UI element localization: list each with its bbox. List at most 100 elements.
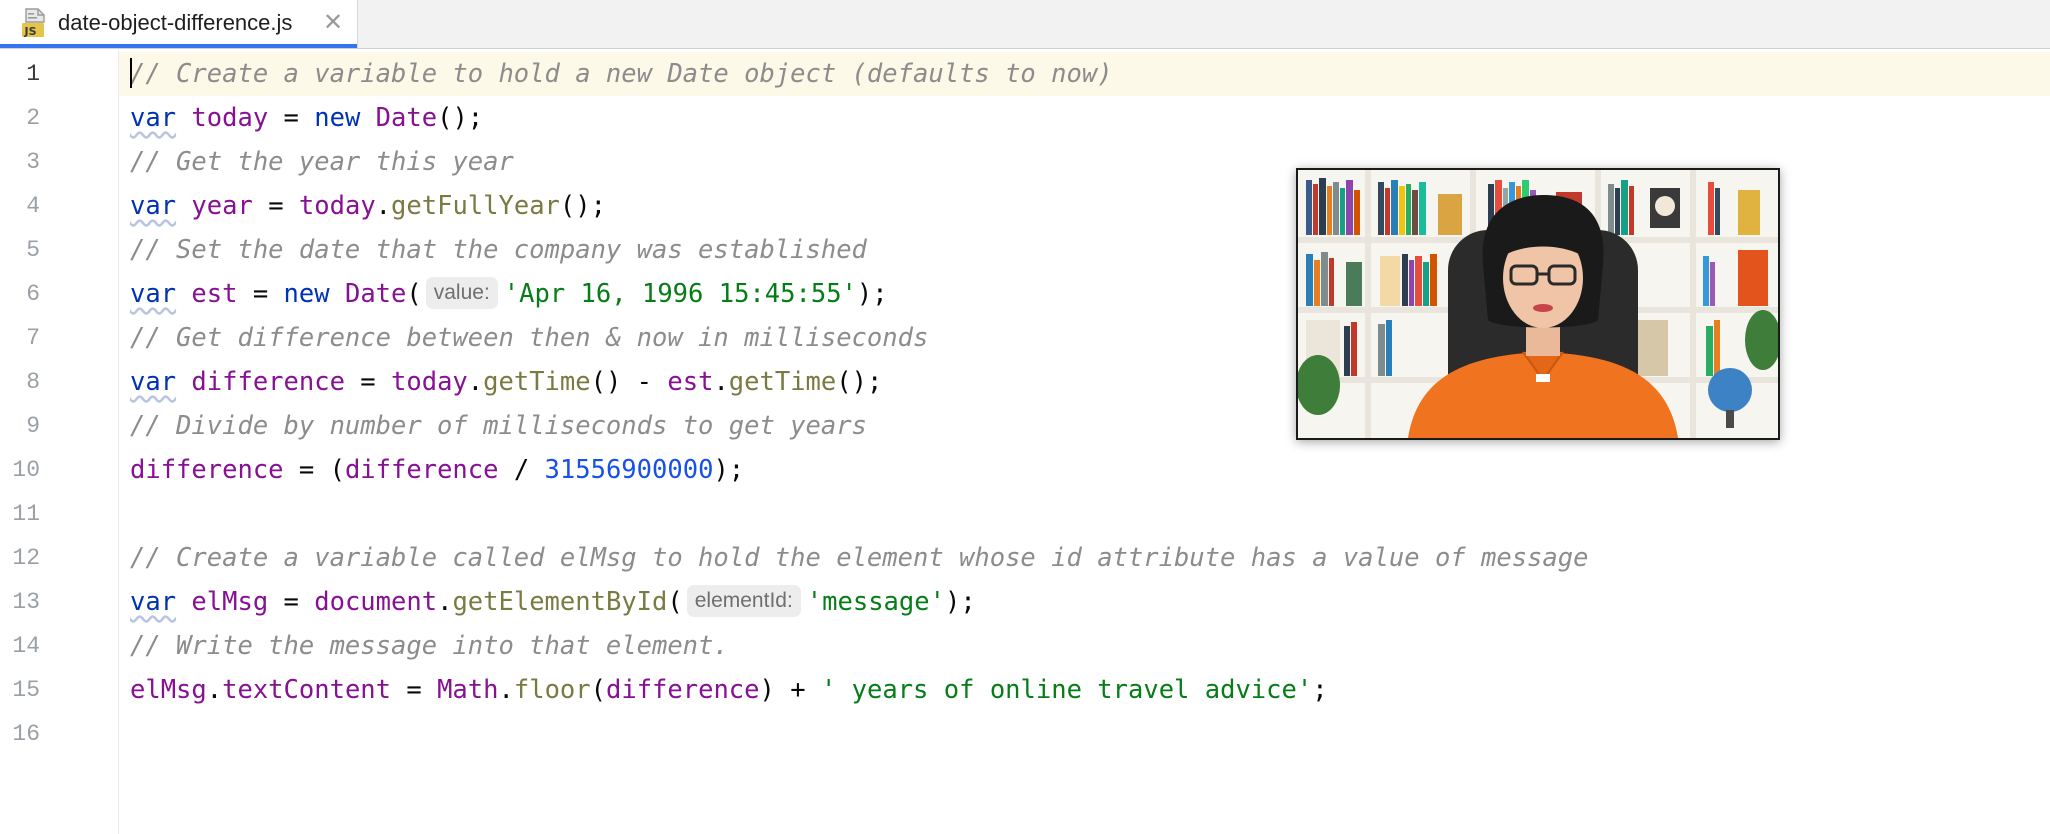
code-string: 'message' <box>806 587 945 617</box>
code-punctuation: (); <box>559 191 606 221</box>
code-punctuation: ); <box>856 279 888 309</box>
close-icon[interactable]: ✕ <box>322 11 344 35</box>
line-number[interactable]: 4 <box>0 184 40 228</box>
line-number[interactable]: 13 <box>0 580 40 624</box>
line-number[interactable]: 11 <box>0 492 40 536</box>
code-class: Math <box>437 675 499 705</box>
line-number[interactable]: 10 <box>0 448 40 492</box>
code-text[interactable]: var est = new Date(value: 'Apr 16, 1996 1… <box>130 272 888 316</box>
code-text[interactable]: // Get the year this year <box>130 140 514 184</box>
line-number[interactable]: 8 <box>0 360 40 404</box>
code-identifier: difference <box>191 367 345 397</box>
line-number[interactable]: 7 <box>0 316 40 360</box>
code-string: ' years of online travel advice' <box>820 675 1313 705</box>
tab-file-name: date-object-difference.js <box>58 10 293 35</box>
code-text[interactable]: var elMsg = document.getElementById(elem… <box>130 580 976 624</box>
code-comment: // Create a variable to hold a new Date … <box>130 59 1113 89</box>
code-identifier: document <box>314 587 438 617</box>
code-number: 31556900000 <box>544 455 714 485</box>
code-identifier: today <box>298 191 376 221</box>
code-comment: // Get difference between then & now in … <box>130 323 929 353</box>
code-string: 'Apr 16, 1996 15:45:55' <box>503 279 857 309</box>
presenter-video-frame <box>1298 170 1778 438</box>
js-file-icon: JS <box>22 8 48 38</box>
code-class: Date <box>375 103 438 133</box>
line-number[interactable]: 1 <box>0 52 40 96</box>
code-text[interactable]: // Create a variable to hold a new Date … <box>130 52 1113 96</box>
line-number[interactable]: 2 <box>0 96 40 140</box>
code-identifier: est <box>191 279 238 309</box>
code-punctuation: (); <box>836 367 883 397</box>
code-text[interactable]: // Write the message into that element. <box>130 624 729 668</box>
code-identifier: difference <box>130 455 284 485</box>
code-punctuation <box>176 367 191 397</box>
code-identifier: est <box>667 367 714 397</box>
code-keyword: new <box>283 279 330 309</box>
code-line[interactable]: 13 var elMsg = document.getElementById(el… <box>0 580 2050 624</box>
code-keyword: new <box>314 103 361 133</box>
code-keyword: var <box>130 103 177 133</box>
line-number[interactable]: 9 <box>0 404 40 448</box>
editor-tab-bar: JS date-object-difference.js ✕ <box>0 0 2050 49</box>
code-text[interactable]: var today = new Date(); <box>130 96 483 140</box>
code-line[interactable]: 2 var today = new Date(); <box>0 96 2050 140</box>
code-text[interactable]: // Create a variable called elMsg to hol… <box>130 536 1588 580</box>
code-line[interactable]: 10 difference = (difference / 31556900000… <box>0 448 2050 492</box>
code-identifier: today <box>191 103 269 133</box>
code-identifier: difference <box>344 455 499 485</box>
code-text[interactable]: // Get difference between then & now in … <box>130 316 928 360</box>
code-punctuation: ); <box>944 587 976 617</box>
code-punctuation: = <box>268 587 315 617</box>
code-identifier: year <box>191 191 253 221</box>
code-comment: // Get the year this year <box>130 147 514 177</box>
code-text[interactable]: // Set the date that the company was est… <box>130 228 867 272</box>
code-text[interactable]: difference = (difference / 31556900000); <box>130 448 744 492</box>
code-punctuation: . <box>467 367 484 397</box>
code-editor[interactable]: 1 // Create a variable to hold a new Date… <box>0 49 2050 834</box>
code-line[interactable]: 15 elMsg.textContent = Math.floor(differe… <box>0 668 2050 712</box>
code-identifier: elMsg <box>191 587 269 617</box>
code-method: getTime <box>728 367 837 397</box>
code-punctuation: . <box>375 191 392 221</box>
line-number[interactable]: 3 <box>0 140 40 184</box>
code-punctuation: = <box>344 367 392 397</box>
line-number[interactable]: 16 <box>0 712 40 756</box>
code-keyword: var <box>130 367 177 397</box>
line-number[interactable]: 15 <box>0 668 40 712</box>
code-line[interactable]: 16 <box>0 712 2050 756</box>
tab-date-object-difference[interactable]: JS date-object-difference.js ✕ <box>0 0 358 48</box>
code-punctuation: () - <box>590 367 668 397</box>
code-punctuation: = <box>391 675 438 705</box>
code-comment: // Create a variable called elMsg to hol… <box>130 543 1589 573</box>
code-identifier: today <box>391 367 468 397</box>
code-keyword: var <box>130 279 177 309</box>
code-punctuation: . <box>206 675 223 705</box>
code-punctuation: = <box>237 279 284 309</box>
code-line[interactable]: 12 // Create a variable called elMsg to h… <box>0 536 2050 580</box>
code-identifier: textContent <box>222 675 392 705</box>
code-method: getFullYear <box>391 191 560 221</box>
line-number[interactable]: 5 <box>0 228 40 272</box>
code-punctuation: . <box>437 587 453 617</box>
code-method: getElementById <box>452 587 668 617</box>
code-punctuation: ( <box>667 587 683 617</box>
code-class: Date <box>344 279 407 309</box>
code-comment: // Divide by number of milliseconds to g… <box>130 411 867 441</box>
line-number[interactable]: 12 <box>0 536 40 580</box>
code-text[interactable]: // Divide by number of milliseconds to g… <box>130 404 867 448</box>
code-punctuation: / <box>498 455 545 485</box>
code-comment: // Set the date that the company was est… <box>130 235 867 265</box>
code-punctuation: ); <box>713 455 745 485</box>
code-punctuation <box>176 191 191 221</box>
code-method: getTime <box>483 367 591 397</box>
svg-text:JS: JS <box>24 25 37 38</box>
code-line[interactable]: 1 // Create a variable to hold a new Date… <box>0 52 2050 96</box>
code-text[interactable]: var difference = today.getTime() - est.g… <box>130 360 882 404</box>
code-line[interactable]: 11 <box>0 492 2050 536</box>
line-number[interactable]: 14 <box>0 624 40 668</box>
code-text[interactable]: elMsg.textContent = Math.floor(differenc… <box>130 668 1328 712</box>
code-line[interactable]: 14 // Write the message into that element… <box>0 624 2050 668</box>
code-comment: // Write the message into that element. <box>130 631 729 661</box>
code-text[interactable]: var year = today.getFullYear(); <box>130 184 606 228</box>
line-number[interactable]: 6 <box>0 272 40 316</box>
